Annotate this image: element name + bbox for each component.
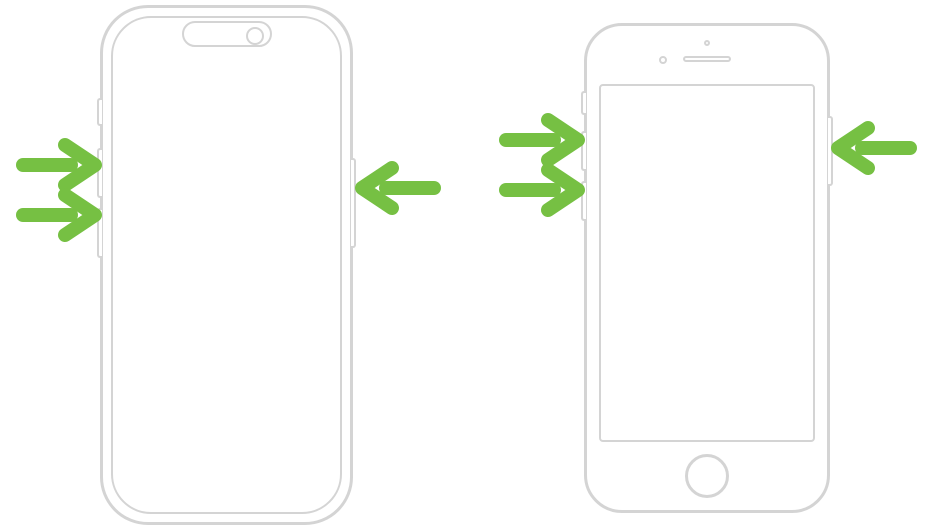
classic-side-button-arrow [838, 128, 910, 168]
classic-volume-down-arrow [506, 170, 578, 210]
modern-volume-down-arrow [23, 195, 95, 235]
classic-volume-up-arrow [506, 120, 578, 160]
modern-volume-up-arrow [23, 145, 95, 185]
arrows-layer [0, 0, 932, 530]
modern-side-button-arrow [362, 168, 434, 208]
